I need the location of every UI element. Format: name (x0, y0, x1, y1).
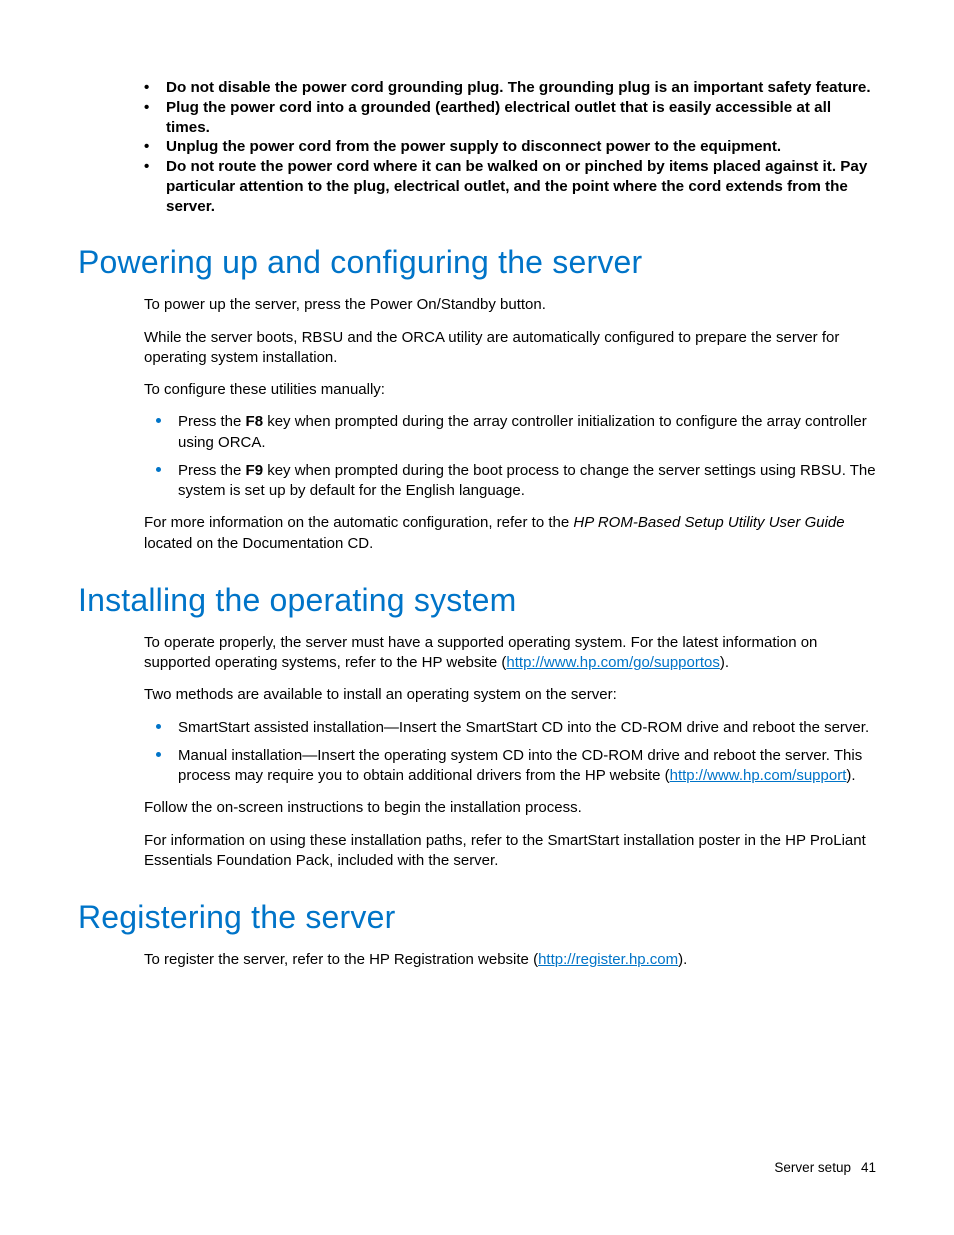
safety-bullet: Unplug the power cord from the power sup… (132, 137, 876, 157)
paragraph: To power up the server, press the Power … (144, 295, 876, 315)
keycap: F9 (246, 462, 264, 479)
paragraph: Follow the on-screen instructions to beg… (144, 798, 876, 818)
bullet-icon (156, 752, 161, 757)
text: SmartStart assisted installation—Insert … (178, 719, 869, 736)
paragraph: To operate properly, the server must hav… (144, 633, 876, 674)
text: key when prompted during the array contr… (178, 413, 867, 450)
bullet-icon (156, 418, 161, 423)
heading-installing: Installing the operating system (78, 582, 876, 619)
section-body-powering: To power up the server, press the Power … (144, 295, 876, 554)
footer-section-name: Server setup (774, 1160, 851, 1175)
link-support[interactable]: http://www.hp.com/support (670, 767, 847, 784)
safety-bullet: Plug the power cord into a grounded (ear… (132, 98, 876, 138)
paragraph: For information on using these installat… (144, 831, 876, 872)
bullet-icon (156, 724, 161, 729)
list-item: SmartStart assisted installation—Insert … (144, 718, 876, 738)
safety-bullet: Do not route the power cord where it can… (132, 157, 876, 216)
document-page: Do not disable the power cord grounding … (0, 0, 954, 1235)
list-item: Manual installation—Insert the operating… (144, 746, 876, 787)
link-register[interactable]: http://register.hp.com (538, 951, 678, 968)
heading-powering: Powering up and configuring the server (78, 244, 876, 281)
page-footer: Server setup 41 (774, 1160, 876, 1175)
text: ). (678, 951, 687, 968)
text: located on the Documentation CD. (144, 535, 373, 552)
section-body-installing: To operate properly, the server must hav… (144, 633, 876, 871)
footer-page-number: 41 (861, 1160, 876, 1175)
link-supportos[interactable]: http://www.hp.com/go/supportos (506, 654, 719, 671)
heading-registering: Registering the server (78, 899, 876, 936)
paragraph: Two methods are available to install an … (144, 685, 876, 705)
paragraph: To register the server, refer to the HP … (144, 950, 876, 970)
text: ). (846, 767, 855, 784)
text: Press the (178, 462, 246, 479)
paragraph: To configure these utilities manually: (144, 380, 876, 400)
list-item: Press the F8 key when prompted during th… (144, 412, 876, 453)
body-list: SmartStart assisted installation—Insert … (144, 718, 876, 787)
bullet-icon (156, 467, 161, 472)
paragraph: For more information on the automatic co… (144, 513, 876, 554)
list-item: Press the F9 key when prompted during th… (144, 461, 876, 502)
keycap: F8 (246, 413, 264, 430)
section-body-registering: To register the server, refer to the HP … (144, 950, 876, 970)
text: ). (720, 654, 729, 671)
document-title-ref: HP ROM-Based Setup Utility User Guide (573, 514, 844, 531)
text: For more information on the automatic co… (144, 514, 573, 531)
safety-bullet: Do not disable the power cord grounding … (132, 78, 876, 98)
safety-bullet-list: Do not disable the power cord grounding … (132, 78, 876, 216)
body-list: Press the F8 key when prompted during th… (144, 412, 876, 501)
text: To register the server, refer to the HP … (144, 951, 538, 968)
paragraph: While the server boots, RBSU and the ORC… (144, 328, 876, 369)
text: Press the (178, 413, 246, 430)
text: key when prompted during the boot proces… (178, 462, 876, 499)
